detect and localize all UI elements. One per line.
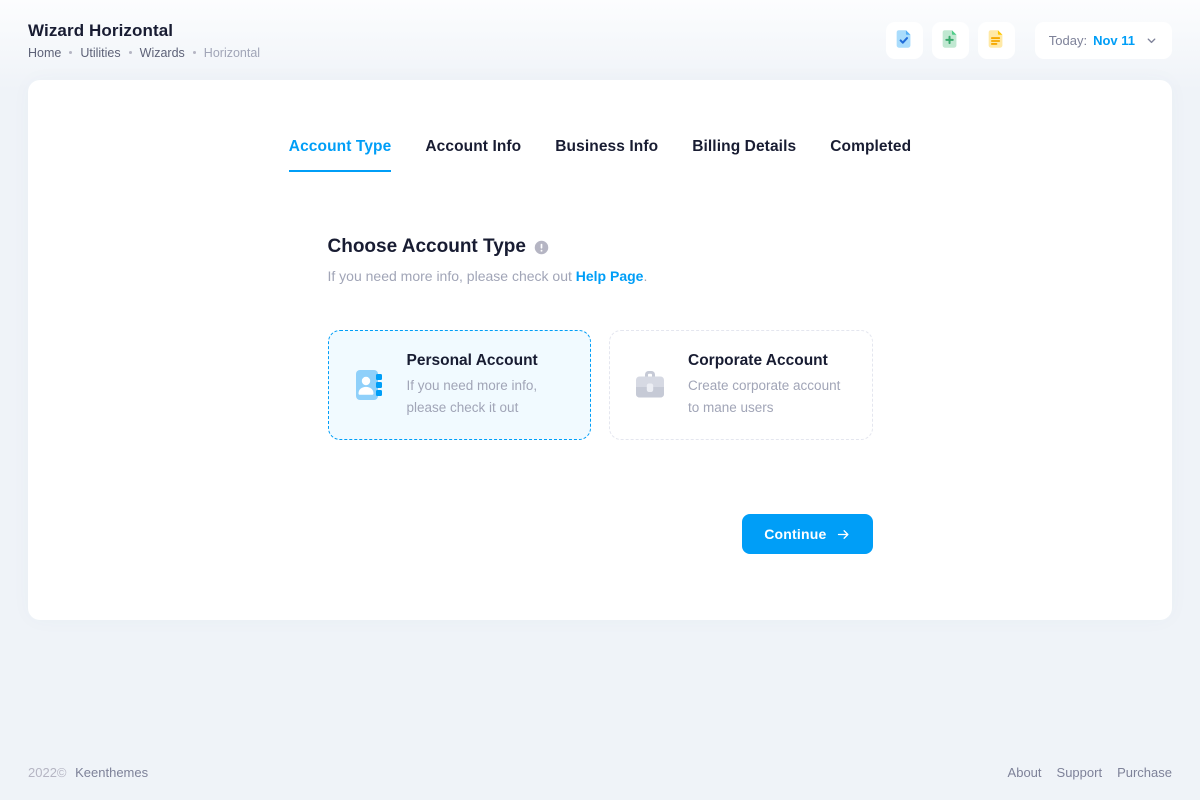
wizard-card: Account Type Account Info Business Info … xyxy=(28,80,1172,620)
help-page-link[interactable]: Help Page xyxy=(576,268,644,284)
footer-link-purchase[interactable]: Purchase xyxy=(1117,765,1172,780)
file-check-icon xyxy=(893,28,915,53)
file-lines-button[interactable] xyxy=(978,22,1015,59)
briefcase-icon xyxy=(630,365,670,405)
option-description: If you need more info, please check it o… xyxy=(407,375,571,418)
header-actions: Today: Nov 11 xyxy=(886,22,1172,59)
option-description: Create corporate account to mane users xyxy=(688,375,852,418)
option-corporate-account[interactable]: Corporate Account Create corporate accou… xyxy=(609,330,873,440)
breadcrumb-item-home[interactable]: Home xyxy=(28,46,61,60)
date-picker-button[interactable]: Today: Nov 11 xyxy=(1035,22,1172,59)
footer-link-support[interactable]: Support xyxy=(1057,765,1103,780)
option-text: Corporate Account Create corporate accou… xyxy=(688,352,852,418)
date-value: Nov 11 xyxy=(1093,33,1135,48)
wizard-steps-nav: Account Type Account Info Business Info … xyxy=(28,138,1172,172)
date-label: Today: xyxy=(1049,33,1087,48)
continue-button[interactable]: Continue xyxy=(742,514,872,554)
page-title: Wizard Horizontal xyxy=(28,21,260,41)
breadcrumb-current: Horizontal xyxy=(204,46,260,60)
step-heading: Choose Account Type xyxy=(328,236,873,258)
breadcrumb-item-utilities[interactable]: Utilities xyxy=(80,46,120,60)
breadcrumb-separator-dot xyxy=(193,51,196,54)
option-title: Personal Account xyxy=(407,352,571,370)
chevron-down-icon xyxy=(1145,34,1158,47)
header: Wizard Horizontal Home Utilities Wizards… xyxy=(0,0,1200,80)
arrow-right-icon xyxy=(836,527,851,542)
tab-completed[interactable]: Completed xyxy=(830,138,911,172)
breadcrumb-separator-dot xyxy=(69,51,72,54)
step-subtext: If you need more info, please check out … xyxy=(328,268,873,284)
file-plus-icon xyxy=(939,28,961,53)
breadcrumb-separator-dot xyxy=(129,51,132,54)
file-plus-button[interactable] xyxy=(932,22,969,59)
footer-copyright: 2022© Keenthemes xyxy=(28,765,148,780)
tab-billing-details[interactable]: Billing Details xyxy=(692,138,796,172)
header-left: Wizard Horizontal Home Utilities Wizards… xyxy=(28,21,260,60)
file-check-button[interactable] xyxy=(886,22,923,59)
breadcrumb-item-wizards[interactable]: Wizards xyxy=(140,46,185,60)
continue-label: Continue xyxy=(764,526,826,542)
option-text: Personal Account If you need more info, … xyxy=(407,352,571,418)
footer-link-about[interactable]: About xyxy=(1008,765,1042,780)
wizard-step-content: Choose Account Type If you need more inf… xyxy=(328,236,873,554)
footer-links: About Support Purchase xyxy=(1008,765,1172,780)
file-lines-icon xyxy=(985,28,1007,53)
option-title: Corporate Account xyxy=(688,352,852,370)
tab-business-info[interactable]: Business Info xyxy=(555,138,658,172)
tab-account-type[interactable]: Account Type xyxy=(289,138,392,172)
subtext-period: . xyxy=(643,268,647,284)
breadcrumb: Home Utilities Wizards Horizontal xyxy=(28,46,260,60)
tab-account-info[interactable]: Account Info xyxy=(425,138,521,172)
address-book-icon xyxy=(349,365,389,405)
account-type-options: Personal Account If you need more info, … xyxy=(328,330,873,440)
footer: 2022© Keenthemes About Support Purchase xyxy=(0,765,1200,800)
copyright-link[interactable]: Keenthemes xyxy=(75,765,148,780)
option-personal-account[interactable]: Personal Account If you need more info, … xyxy=(328,330,592,440)
info-icon xyxy=(534,240,549,255)
subtext-text: If you need more info, please check out xyxy=(328,268,572,284)
wizard-actions: Continue xyxy=(328,514,873,554)
step-title: Choose Account Type xyxy=(328,236,526,258)
copyright-year: 2022© xyxy=(28,765,67,780)
